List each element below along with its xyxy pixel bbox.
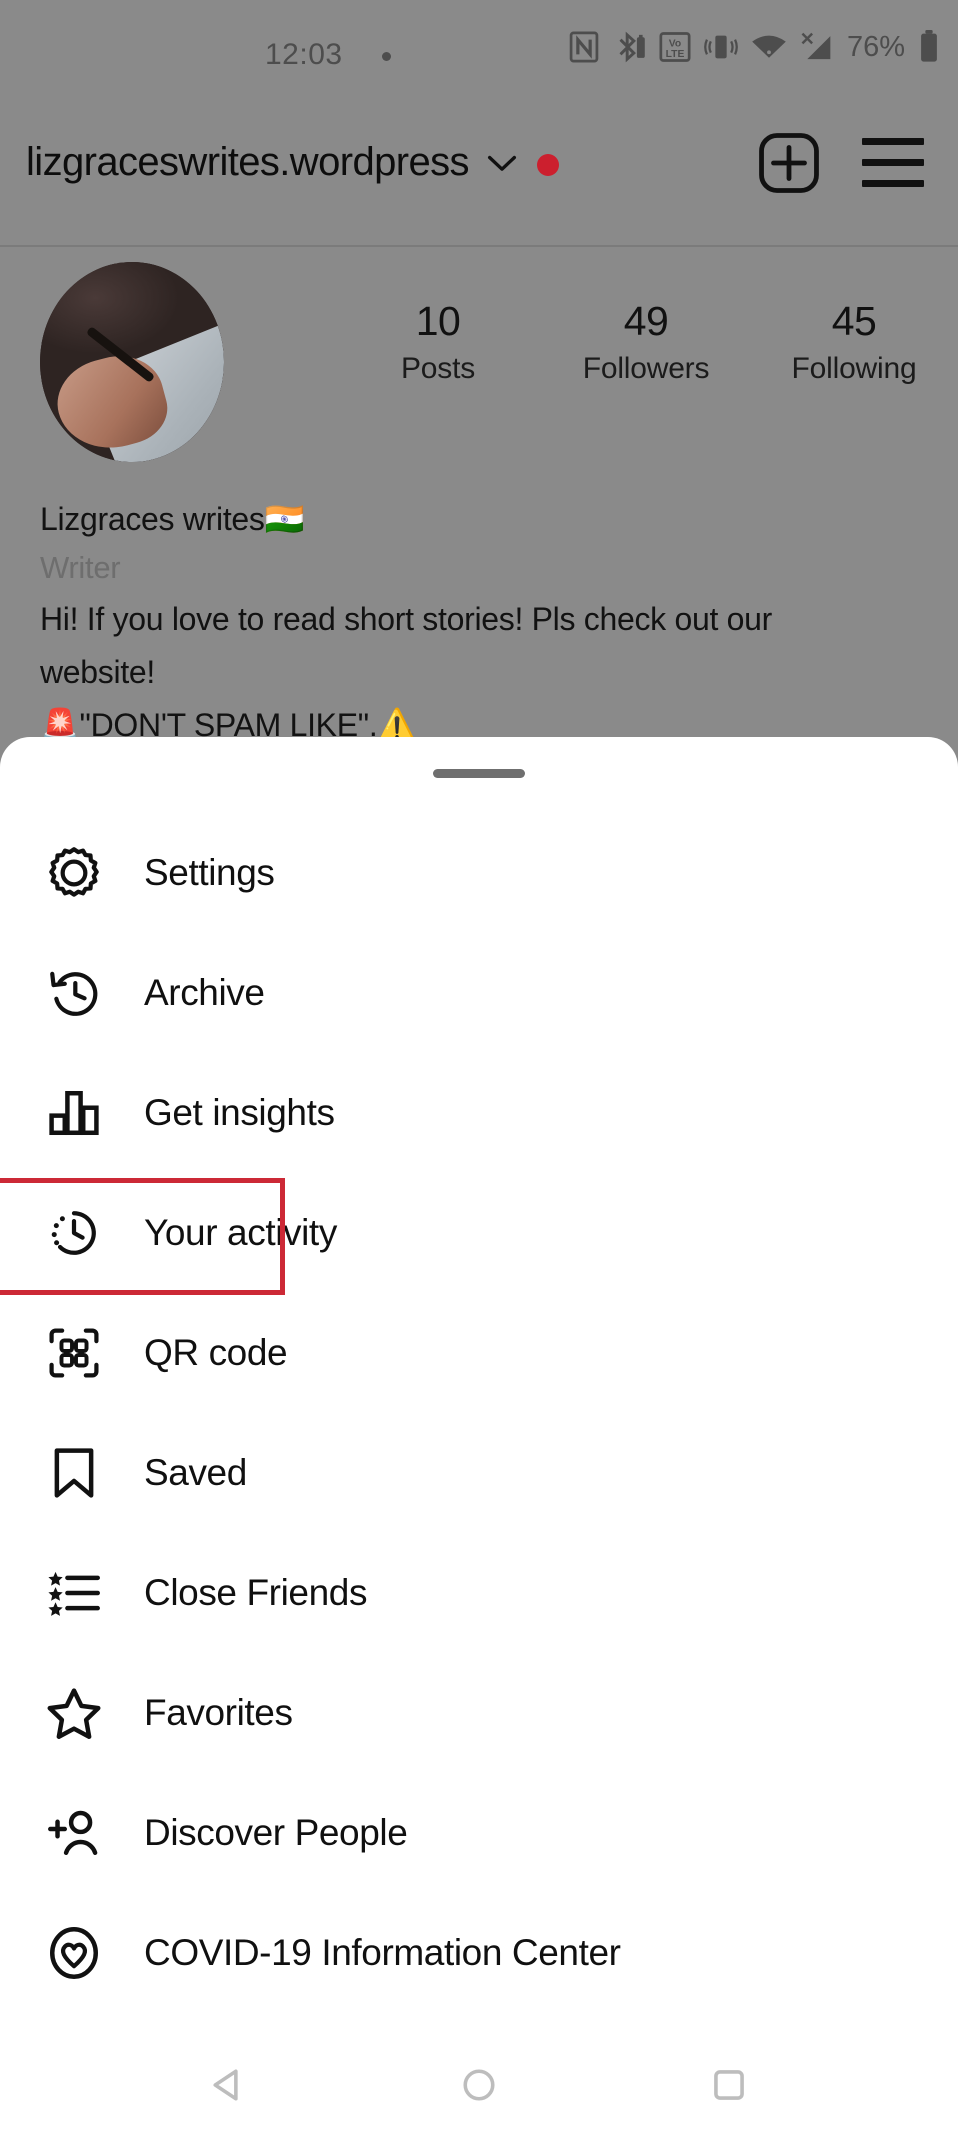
profile-display-name: Lizgraces writes🇮🇳 [40, 501, 305, 537]
bottom-sheet-menu: Settings Archive Get insights Your activ… [0, 737, 958, 2040]
person-add-icon [36, 1795, 112, 1871]
unread-indicator-dot [536, 153, 559, 176]
menu-item-label: Get insights [144, 1092, 335, 1133]
nfc-icon [569, 31, 599, 63]
volte-icon: Vo LTE [659, 32, 691, 62]
menu-item-discover-people[interactable]: Discover People [0, 1773, 958, 1893]
menu-item-label: Archive [144, 972, 265, 1013]
svg-text:Vo: Vo [669, 38, 681, 49]
menu-item-your-activity[interactable]: Your activity [0, 1173, 958, 1295]
heart-circle-icon [36, 1915, 112, 1991]
bar-chart-icon [36, 1075, 112, 1151]
menu-list: Settings Archive Get insights Your activ… [0, 813, 958, 2013]
menu-item-settings[interactable]: Settings [0, 813, 958, 933]
activity-clock-icon [36, 1195, 112, 1271]
gear-icon [36, 835, 112, 911]
status-icon-group: Vo LTE 76% [569, 30, 940, 64]
profile-header: 10 Posts 49 Followers 45 Following [0, 262, 958, 462]
stat-label: Followers [582, 352, 710, 386]
vibrate-icon [704, 35, 738, 59]
stat-label: Posts [400, 352, 476, 386]
menu-item-covid-information-center[interactable]: COVID-19 Information Center [0, 1893, 958, 2013]
stat-value: 49 [623, 298, 669, 344]
menu-item-label: Settings [144, 852, 275, 893]
menu-item-label: Close Friends [144, 1572, 368, 1613]
menu-item-saved[interactable]: Saved [0, 1413, 958, 1533]
bluetooth-icon [619, 31, 645, 63]
star-icon [36, 1675, 112, 1751]
bookmark-icon [36, 1435, 112, 1511]
menu-item-label: Favorites [144, 1692, 293, 1733]
wifi-icon [752, 35, 786, 58]
stat-value: 10 [415, 298, 461, 344]
archive-clock-icon [36, 955, 112, 1031]
qr-code-icon [36, 1315, 112, 1391]
home-circle-icon [463, 2068, 495, 2101]
bio-line-1: Hi! If you love to read short stories! P… [40, 601, 772, 637]
battery-icon [921, 30, 937, 62]
menu-item-label: COVID-19 Information Center [144, 1932, 621, 1973]
menu-item-get-insights[interactable]: Get insights [0, 1053, 958, 1173]
topbar-divider [0, 245, 958, 247]
plus-box-icon[interactable] [758, 132, 820, 194]
menu-item-label: Saved [144, 1452, 247, 1493]
menu-item-label: Your activity [144, 1212, 337, 1253]
profile-bio: Lizgraces writes🇮🇳 Writer Hi! If you lov… [40, 500, 920, 745]
svg-text:LTE: LTE [666, 49, 685, 60]
menu-item-close-friends[interactable]: Close Friends [0, 1533, 958, 1653]
menu-item-label: Discover People [144, 1812, 408, 1853]
chevron-down-icon[interactable] [485, 152, 519, 174]
android-nav-bar [0, 2040, 958, 2129]
stat-label: Following [791, 352, 917, 386]
stat-following[interactable]: 45 Following [750, 298, 958, 386]
stat-value: 45 [831, 298, 877, 344]
profile-stats: 10 Posts 49 Followers 45 Following [334, 298, 958, 386]
app-top-bar: lizgraceswrites.wordpress [0, 80, 958, 245]
bio-line-2: website! [40, 654, 155, 691]
drag-handle[interactable] [433, 769, 525, 778]
nav-recents-button[interactable] [604, 2063, 854, 2107]
avatar[interactable] [40, 262, 224, 462]
status-notification-dot [382, 52, 391, 61]
nav-back-button[interactable] [104, 2063, 354, 2107]
profile-category: Writer [40, 550, 121, 585]
signal-icon [801, 32, 831, 60]
back-triangle-icon [213, 2068, 238, 2101]
menu-item-archive[interactable]: Archive [0, 933, 958, 1053]
menu-item-favorites[interactable]: Favorites [0, 1653, 958, 1773]
nav-home-button[interactable] [354, 2063, 604, 2107]
star-list-icon [36, 1555, 112, 1631]
hamburger-icon[interactable] [862, 138, 924, 187]
menu-item-label: QR code [144, 1332, 288, 1373]
stat-posts[interactable]: 10 Posts [334, 298, 542, 386]
battery-percent-label: 76% [846, 30, 905, 63]
account-title[interactable]: lizgraceswrites.wordpress [26, 140, 470, 185]
stat-followers[interactable]: 49 Followers [542, 298, 750, 386]
recents-square-icon [714, 2069, 744, 2100]
status-time: 12:03 [265, 38, 343, 71]
status-bar: 12:03 Vo LTE 76% [0, 0, 958, 80]
menu-item-qr-code[interactable]: QR code [0, 1293, 958, 1413]
